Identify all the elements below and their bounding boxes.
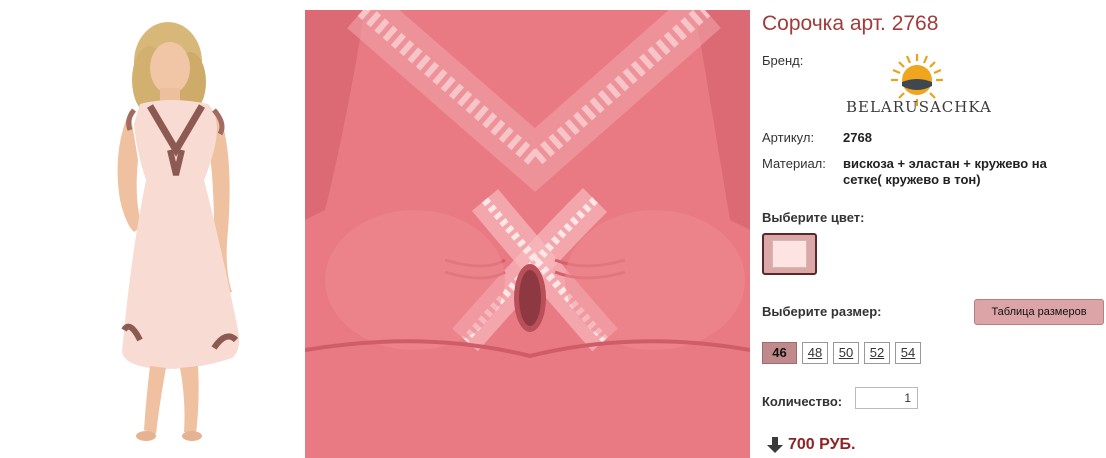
price-value: 700 РУБ.	[788, 436, 856, 453]
arrow-down-icon	[767, 437, 783, 453]
size-option-50[interactable]: 50	[833, 342, 859, 364]
article-value: 2768	[843, 130, 872, 145]
size-heading: Выберите размер:	[762, 304, 882, 319]
brand-logo-text: BELARUSACHKA	[846, 98, 992, 116]
size-options: 46 48 50 52 54	[762, 342, 921, 364]
color-swatch-fill	[772, 240, 807, 268]
size-option-48[interactable]: 48	[802, 342, 828, 364]
product-title: Сорочка арт. 2768	[762, 12, 939, 35]
quantity-label: Количество:	[762, 394, 843, 409]
color-heading: Выберите цвет:	[762, 210, 865, 225]
product-photo-main[interactable]	[0, 0, 300, 458]
price-row: 700 РУБ.	[766, 436, 856, 454]
brand-label: Бренд:	[762, 53, 804, 68]
size-option-54[interactable]: 54	[895, 342, 921, 364]
size-option-52[interactable]: 52	[864, 342, 890, 364]
material-label: Материал:	[762, 156, 826, 171]
quantity-input[interactable]	[855, 387, 918, 409]
model-illustration	[117, 22, 240, 441]
product-photo-zoom[interactable]	[305, 10, 750, 458]
size-option-46[interactable]: 46	[762, 342, 797, 364]
color-swatch[interactable]	[762, 233, 817, 275]
brand-logo[interactable]: BELARUSACHKA	[842, 52, 992, 120]
product-info-panel: Сорочка арт. 2768 Бренд: BELARUSACHKA Ар…	[762, 0, 1106, 458]
size-table-button[interactable]: Таблица размеров	[974, 299, 1104, 325]
article-label: Артикул:	[762, 130, 815, 145]
lace-detail-illustration	[305, 10, 750, 458]
material-value: вискоза + эластан + кружево на сетке( кр…	[843, 156, 1047, 187]
